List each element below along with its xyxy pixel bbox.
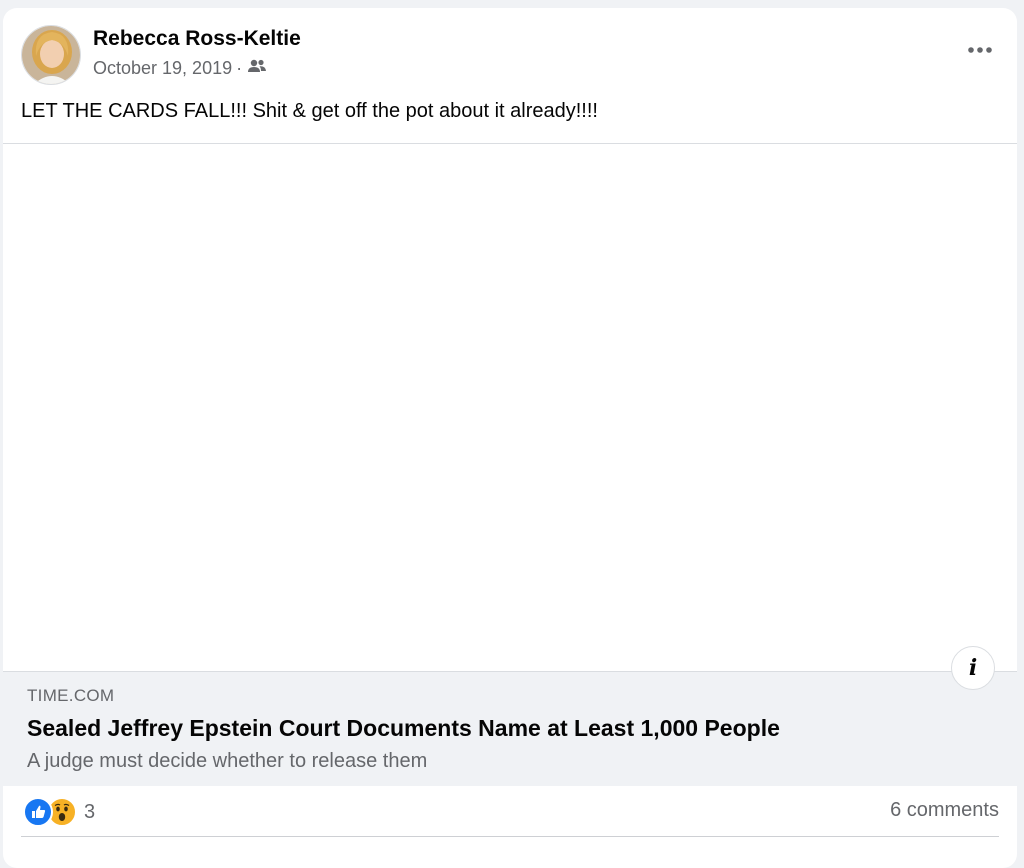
author-avatar[interactable]	[21, 25, 81, 85]
reaction-count: 3	[84, 800, 96, 823]
post-footer: 3 6 comments	[21, 784, 999, 837]
post-date[interactable]: October 19, 2019	[93, 58, 232, 79]
post-card: Rebecca Ross-Keltie October 19, 2019 · L…	[3, 8, 1017, 868]
info-icon[interactable]: i	[951, 646, 995, 690]
more-options-icon[interactable]	[961, 39, 999, 61]
post-header: Rebecca Ross-Keltie October 19, 2019 ·	[21, 25, 999, 87]
link-preview-body[interactable]: TIME.COM Sealed Jeffrey Epstein Court Do…	[3, 671, 1017, 786]
reactions-summary[interactable]: 3	[23, 797, 95, 827]
author-name[interactable]: Rebecca Ross-Keltie	[93, 27, 301, 51]
comments-count[interactable]: 6 comments	[890, 799, 999, 822]
link-title[interactable]: Sealed Jeffrey Epstein Court Documents N…	[27, 715, 780, 742]
post-meta: October 19, 2019 ·	[93, 58, 267, 79]
post-text: LET THE CARDS FALL!!! Shit & get off the…	[21, 100, 598, 122]
friends-icon[interactable]	[247, 58, 267, 79]
link-preview[interactable]: TIME.COM Sealed Jeffrey Epstein Court Do…	[3, 143, 1017, 786]
link-description: A judge must decide whether to release t…	[27, 750, 428, 772]
link-domain: TIME.COM	[27, 686, 115, 705]
like-icon	[23, 797, 53, 827]
avatar-photo	[22, 26, 80, 84]
link-preview-image[interactable]	[3, 144, 1017, 670]
meta-separator: ·	[236, 58, 243, 78]
